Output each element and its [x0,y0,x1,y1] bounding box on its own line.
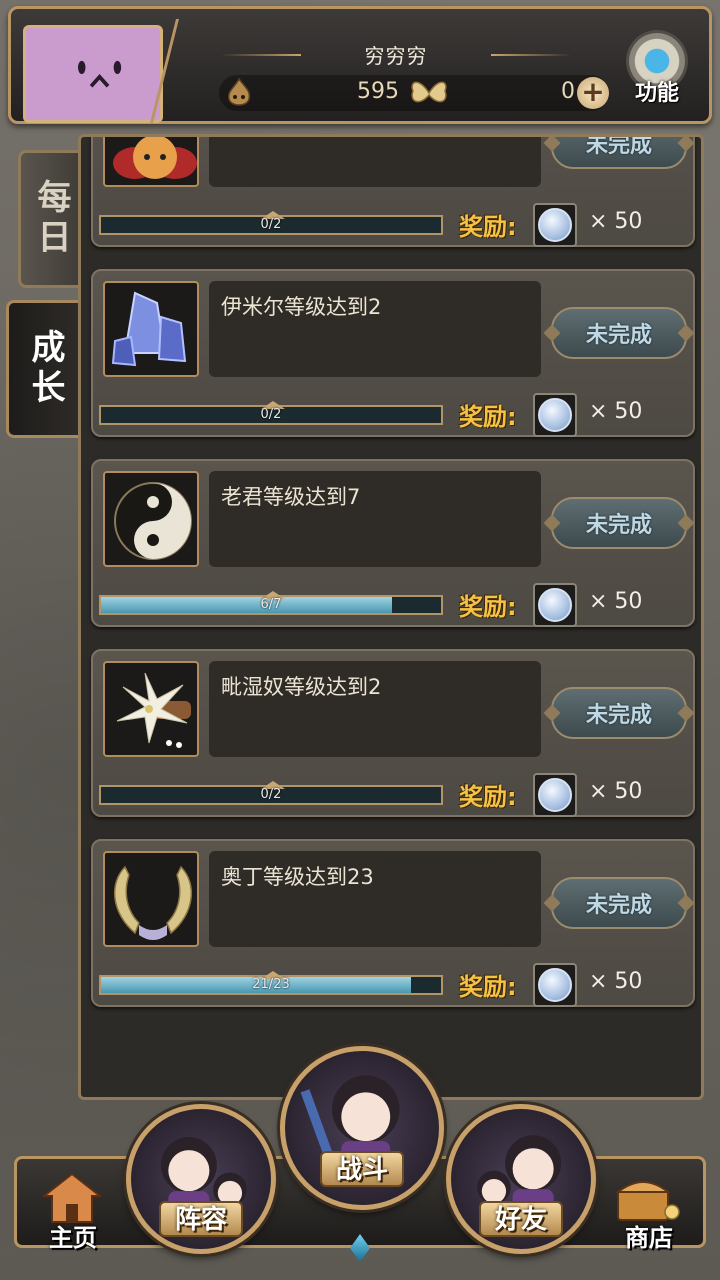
nav-team-button[interactable]: 阵容 [126,1104,276,1254]
progress-text: 21/23 [252,977,290,992]
silver-coin-icon [538,398,572,432]
progress-text: 0/2 [260,217,282,232]
reward-label: 奖励: [459,593,517,621]
quest-description: 奥丁等级达到23 [209,851,541,947]
quest-description: 毗湿奴等级达到2 [209,661,541,757]
lotus-icon [103,661,199,757]
quest-card: 未完成 0/2 奖励: × 50 [91,137,695,247]
progress-text: 6/7 [260,597,282,612]
treasure-chest-icon [615,1181,680,1221]
quest-card: 老君等级达到7 未完成 6/7 奖励: × 50 [91,459,695,627]
ice-crystal-icon [103,281,199,377]
silver-coin-icon [538,968,572,1002]
silver-coin-icon [538,778,572,812]
top-header: 穷穷穷 595 0 + 功能 [8,6,712,124]
nav-home-button[interactable]: 主页 [28,1168,118,1252]
quest-description [209,137,541,187]
silver-coin-icon [538,208,572,242]
quest-list-panel[interactable]: 未完成 0/2 奖励: × 50 伊米尔等级达到2 未完成 0/2 奖励: × … [78,134,704,1100]
nav-shop-button[interactable]: 商店 [604,1168,694,1252]
quest-progress-bar: 0/2 [99,781,443,805]
reward-label: 奖励: [459,783,517,811]
reward-quantity: × 50 [589,399,643,424]
quest-status-button[interactable]: 未完成 [551,137,687,169]
nav-shop-label: 商店 [625,1224,673,1252]
reward-quantity: × 50 [589,969,643,994]
reward-item[interactable] [533,393,577,437]
reward-label: 奖励: [459,403,517,431]
quest-status-button[interactable]: 未完成 [551,307,687,359]
yin-yang-icon [103,471,199,567]
nav-team-label: 阵容 [158,1201,244,1237]
reward-item[interactable] [533,773,577,817]
progress-text: 0/2 [260,407,282,422]
spirit-flame-icon [227,77,251,106]
nav-friends-label: 好友 [478,1201,564,1237]
nav-battle-label: 战斗 [319,1151,405,1187]
golden-wings-icon [103,851,199,947]
quest-description: 伊米尔等级达到2 [209,281,541,377]
quest-progress-bar: 6/7 [99,591,443,615]
add-currency-plus-icon[interactable]: + [577,77,609,109]
gem-amount: 0 [561,79,575,104]
tab-daily[interactable]: 每日 [18,150,82,288]
house-icon [42,1172,102,1223]
butterfly-icon [411,81,447,103]
quest-card: 伊米尔等级达到2 未完成 0/2 奖励: × 50 [91,269,695,437]
nav-home-label: 主页 [49,1224,97,1252]
silver-coin-icon [538,588,572,622]
reward-item[interactable] [533,963,577,1007]
reward-quantity: × 50 [589,589,643,614]
flower-creature-icon [103,137,199,187]
nav-friends-button[interactable]: 好友 [446,1104,596,1254]
function-label: 功能 [634,81,679,106]
progress-text: 0/2 [260,787,282,802]
tab-growth[interactable]: 成长 [6,300,82,438]
quest-card: 奥丁等级达到23 未完成 21/23 奖励: × 50 [91,839,695,1007]
quest-status-button[interactable]: 未完成 [551,687,687,739]
reward-label: 奖励: [459,213,517,241]
nav-battle-button[interactable]: 战斗 [280,1046,444,1210]
quest-progress-bar: 0/2 [99,401,443,425]
reward-label: 奖励: [459,973,517,1001]
quest-progress-bar: 21/23 [99,971,443,995]
quest-progress-bar: 0/2 [99,211,443,235]
quest-status-button[interactable]: 未完成 [551,877,687,929]
resource-row: 595 0 + [219,75,609,111]
reward-quantity: × 50 [589,209,643,234]
username-bar: 穷穷穷 [221,39,571,69]
player-avatar[interactable] [23,25,163,123]
reward-item[interactable] [533,583,577,627]
function-button[interactable]: 功能 [621,33,693,113]
blob-face-icon [77,60,122,88]
quest-description: 老君等级达到7 [209,471,541,567]
quest-status-button[interactable]: 未完成 [551,497,687,549]
reward-quantity: × 50 [589,779,643,804]
gold-amount: 595 [357,79,399,104]
username: 穷穷穷 [364,43,428,68]
quest-card: 毗湿奴等级达到2 未完成 0/2 奖励: × 50 [91,649,695,817]
reward-item[interactable] [533,203,577,247]
